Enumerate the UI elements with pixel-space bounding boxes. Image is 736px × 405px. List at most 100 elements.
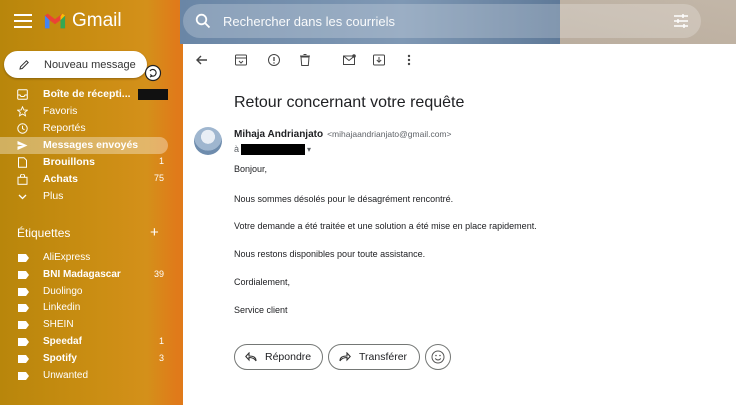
label-tag-icon: [18, 337, 29, 346]
sidebar-item-snoozed[interactable]: Reportés: [0, 120, 172, 137]
body-line: Bonjour,: [234, 164, 268, 174]
label-name: Linkedin: [43, 302, 81, 314]
sender-email: <mihajaandrianjato@gmail.com>: [327, 129, 452, 139]
unread-count: 1: [158, 156, 164, 166]
forward-icon: [339, 352, 351, 362]
body-line: Cordialement,: [234, 277, 291, 287]
send-icon: [17, 141, 28, 150]
message-subject: Retour concernant votre requête: [234, 94, 465, 111]
recipient-line: à ▾: [234, 144, 311, 156]
smiley-icon: [431, 350, 445, 364]
sidebar-item-label: Achats: [43, 173, 79, 185]
sidebar-item-label: Plus: [43, 190, 64, 202]
add-label-button[interactable]: +: [150, 224, 159, 241]
sidebar-item-purchases[interactable]: Achats 75: [0, 171, 172, 188]
clock-icon: [17, 123, 28, 134]
label-name: AliExpress: [43, 252, 91, 263]
label-item-spotify[interactable]: Spotify 3: [0, 351, 172, 368]
label-item-linkedin[interactable]: Linkedin: [0, 300, 172, 317]
sender-name[interactable]: Mihaja Andrianjato: [234, 129, 323, 140]
filter-options-icon[interactable]: [673, 13, 689, 29]
label-tag-icon: [18, 270, 29, 279]
body-line: Votre demande a été traitée et une solut…: [234, 221, 537, 231]
menu-icon[interactable]: [14, 14, 32, 28]
forward-label: Transférer: [359, 351, 408, 363]
top-bar: Gmail: [0, 0, 736, 44]
emoji-reaction-button[interactable]: [425, 344, 451, 370]
labels-list: AliExpress BNI Madagascar 39 Duolingo Li…: [0, 250, 172, 384]
label-tag-icon: [18, 354, 29, 363]
unread-count: 3: [158, 352, 164, 363]
label-item-bni-madagascar[interactable]: BNI Madagascar 39: [0, 267, 172, 284]
inbox-icon: [17, 89, 28, 100]
sidebar-item-label: Brouillons: [43, 156, 95, 168]
avatar[interactable]: [194, 127, 222, 155]
search-bar[interactable]: [183, 4, 701, 38]
body-line: Nous sommes désolés pour le désagrément …: [234, 194, 454, 204]
label-name: Duolingo: [43, 285, 83, 297]
chevron-down-icon: [18, 194, 27, 200]
forward-button[interactable]: Transférer: [328, 344, 420, 370]
message-panel: Retour concernant votre requête Mihaja A…: [183, 44, 736, 405]
report-spam-icon[interactable]: [267, 53, 281, 67]
redacted-count: [138, 89, 168, 100]
label-tag-icon: [18, 371, 29, 380]
mouse-cursor-icon: [144, 64, 162, 82]
sidebar-item-label: Boîte de récepti...: [43, 88, 131, 100]
label-name: Spotify: [43, 352, 77, 364]
reply-icon: [245, 352, 257, 362]
shopping-bag-icon: [17, 174, 28, 185]
label-name: Unwanted: [43, 369, 89, 381]
label-item-shein[interactable]: SHEIN: [0, 317, 172, 334]
sidebar-nav: Boîte de récepti... Favoris Reportés Mes…: [0, 86, 172, 205]
sidebar-item-drafts[interactable]: Brouillons 1: [0, 154, 172, 171]
redacted-recipient: [241, 144, 306, 156]
search-input[interactable]: [221, 12, 655, 30]
labels-heading: Étiquettes: [17, 226, 71, 240]
to-prefix: à: [234, 144, 240, 154]
label-item-duolingo[interactable]: Duolingo: [0, 284, 172, 301]
sidebar-item-label: Messages envoyés: [43, 139, 139, 151]
sidebar-item-starred[interactable]: Favoris: [0, 103, 172, 120]
star-icon: [17, 106, 28, 117]
message-toolbar: [183, 44, 736, 76]
label-name: Speedaf: [43, 335, 82, 347]
recipient-details-icon[interactable]: ▾: [307, 145, 311, 154]
back-arrow-icon[interactable]: [195, 53, 209, 67]
sidebar-item-inbox[interactable]: Boîte de récepti...: [0, 86, 172, 103]
draft-icon: [18, 157, 27, 168]
reply-label: Répondre: [265, 351, 312, 363]
reply-button[interactable]: Répondre: [234, 344, 323, 370]
sidebar-item-more[interactable]: Plus: [0, 188, 172, 205]
label-item-unwanted[interactable]: Unwanted: [0, 368, 172, 385]
sidebar-item-label: Favoris: [43, 105, 78, 117]
gmail-logo[interactable]: Gmail: [44, 10, 122, 32]
sender-line: Mihaja Andrianjato <mihajaandrianjato@gma…: [234, 129, 451, 140]
archive-icon[interactable]: [234, 53, 248, 67]
compose-button[interactable]: Nouveau message: [4, 51, 147, 78]
label-item-aliexpress[interactable]: AliExpress: [0, 250, 172, 267]
gmail-m-icon: [44, 13, 66, 29]
move-to-icon[interactable]: [372, 53, 386, 67]
label-tag-icon: [18, 304, 29, 313]
search-icon[interactable]: [195, 13, 211, 29]
body-line: Nous restons disponibles pour toute assi…: [234, 249, 426, 259]
label-name: BNI Madagascar: [43, 268, 121, 280]
unread-count: 39: [153, 268, 164, 279]
compose-label: Nouveau message: [44, 58, 136, 71]
more-vert-icon[interactable]: [402, 53, 416, 67]
label-item-speedaf[interactable]: Speedaf 1: [0, 334, 172, 351]
label-tag-icon: [18, 287, 29, 296]
delete-icon[interactable]: [298, 53, 312, 67]
body-line: Service client: [234, 305, 288, 315]
mark-unread-icon[interactable]: [342, 53, 356, 67]
unread-count: 75: [153, 173, 164, 183]
pencil-icon: [19, 59, 29, 70]
label-tag-icon: [18, 254, 29, 262]
label-name: SHEIN: [43, 319, 74, 331]
sidebar-item-label: Reportés: [43, 122, 86, 134]
app-name: Gmail: [72, 10, 122, 31]
label-tag-icon: [18, 321, 29, 330]
unread-count: 1: [158, 335, 164, 346]
sidebar-item-sent[interactable]: Messages envoyés: [0, 137, 168, 154]
